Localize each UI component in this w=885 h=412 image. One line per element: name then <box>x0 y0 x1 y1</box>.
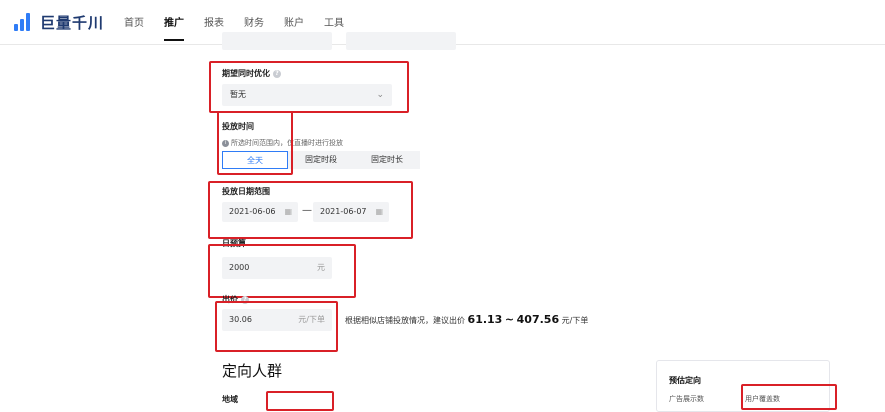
bid-suggest-min: 61.13 <box>467 313 503 326</box>
partial-option-card-2[interactable] <box>346 32 456 50</box>
bar-chart-logo-icon <box>14 13 36 31</box>
annotation-box-schedule <box>217 111 293 175</box>
schedule-option-fixed-duration[interactable]: 固定时长 <box>354 151 420 169</box>
nav-item-promotion[interactable]: 推广 <box>164 14 184 41</box>
nav-item-reports[interactable]: 报表 <box>204 14 224 41</box>
estimate-impressions-label: 广告展示数 <box>669 395 704 403</box>
bid-suggest-unit: 元/下单 <box>561 316 589 325</box>
bid-suggest-sep: ~ <box>504 313 515 326</box>
estimate-title: 预估定向 <box>669 376 701 385</box>
annotation-box-estimate <box>741 384 837 410</box>
annotation-box-date-range <box>208 181 413 239</box>
annotation-box-bid <box>215 301 338 352</box>
partial-option-card[interactable] <box>222 32 332 50</box>
annotation-box-region <box>266 391 334 411</box>
nav-item-home[interactable]: 首页 <box>124 14 144 41</box>
bid-suggest-max: 407.56 <box>516 313 560 326</box>
bid-suggestion: 根据相似店铺投放情况，建议出价 61.13 ~ 407.56 元/下单 <box>345 313 589 326</box>
annotation-box-budget <box>208 244 356 298</box>
annotation-box-optimize <box>209 61 409 113</box>
targeting-section-title: 定向人群 <box>222 362 283 380</box>
brand-logo[interactable]: 巨量千川 <box>14 11 104 33</box>
brand-name: 巨量千川 <box>40 13 105 32</box>
schedule-option-fixed-period[interactable]: 固定时段 <box>288 151 354 169</box>
